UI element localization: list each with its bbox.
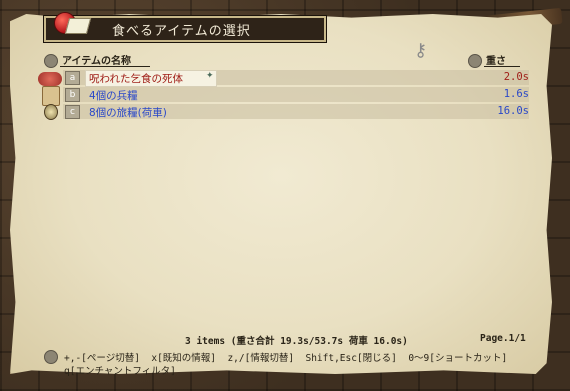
help-line-2: q[エンチャントフィルタ] bbox=[64, 366, 176, 377]
bread-icon bbox=[64, 18, 92, 34]
item-weight: 16.0s bbox=[497, 105, 529, 117]
ration-icon bbox=[42, 86, 60, 106]
item-selection-panel bbox=[10, 14, 552, 374]
weight-summary: 3 items (重さ合計 19.3s/53.7s 荷車 16.0s) bbox=[185, 336, 408, 347]
corpse-icon bbox=[38, 72, 62, 86]
item-pictures bbox=[38, 72, 62, 120]
item-name[interactable]: 8個の旅糧(荷車) bbox=[89, 105, 167, 120]
item-name[interactable]: 4個の兵糧 bbox=[89, 88, 138, 103]
travel-food-icon bbox=[44, 104, 58, 120]
round-bullet-icon bbox=[44, 350, 58, 364]
arrow-icon: ✦ bbox=[206, 71, 214, 81]
item-weight: 1.6s bbox=[503, 88, 529, 100]
list-item[interactable]: a 呪われた乞食の死体 ✦ 2.0s bbox=[63, 70, 529, 87]
round-bullet-icon bbox=[44, 54, 58, 68]
item-key[interactable]: b bbox=[65, 88, 80, 102]
help-line-1: +,-[ページ切替] x[既知の情報] z,/[情報切替] Shift,Esc[… bbox=[64, 353, 508, 364]
header-underline bbox=[484, 66, 520, 67]
round-bullet-icon bbox=[468, 54, 482, 68]
page-indicator: Page.1/1 bbox=[480, 333, 526, 344]
item-key[interactable]: c bbox=[65, 105, 80, 119]
item-name[interactable]: 呪われた乞食の死体 bbox=[89, 71, 183, 86]
window-title: 食べるアイテムの選択 bbox=[112, 24, 251, 39]
item-key[interactable]: a bbox=[65, 71, 80, 85]
list-item[interactable]: b 4個の兵糧 1.6s bbox=[63, 87, 529, 102]
keys-icon: ⚷ bbox=[414, 40, 428, 61]
list-item[interactable]: c 8個の旅糧(荷車) 16.0s bbox=[63, 104, 529, 119]
item-weight: 2.0s bbox=[503, 71, 529, 83]
header-underline bbox=[60, 66, 150, 67]
